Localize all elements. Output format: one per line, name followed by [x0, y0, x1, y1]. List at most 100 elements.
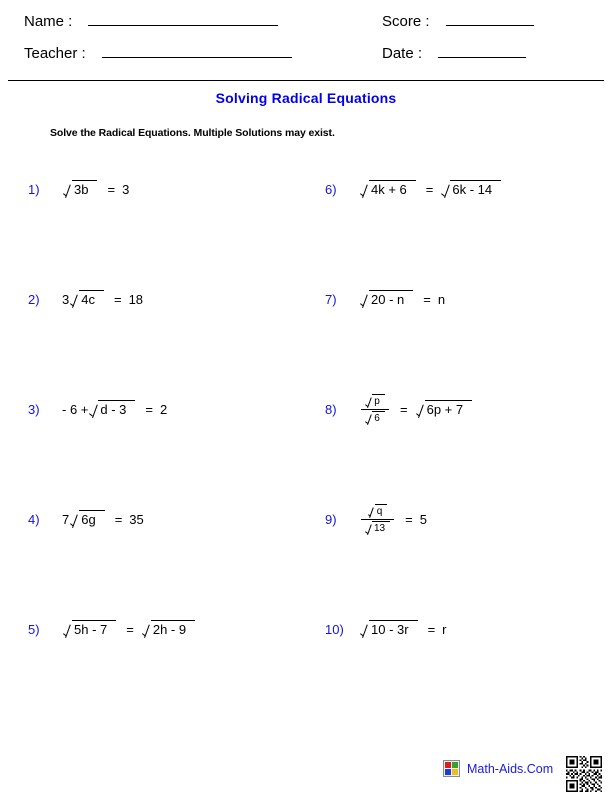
calculator-icon	[443, 760, 460, 777]
name-field-row: Name :	[24, 12, 279, 30]
expression-term: 3	[122, 181, 130, 197]
problem-number: 1)	[28, 181, 40, 197]
date-label: Date :	[382, 45, 423, 62]
worksheet-header: Name : Teacher : Score : Date :	[0, 0, 612, 78]
problem-item: 8) p 6 = 6p + 7	[325, 392, 473, 426]
equals-sign: =	[423, 291, 431, 307]
equals-sign: =	[114, 511, 123, 527]
radicand: 4k + 6	[369, 180, 416, 198]
radical-sign: 5h - 7	[63, 620, 117, 638]
equals-sign: =	[145, 401, 153, 417]
fraction-numerator: q	[364, 503, 392, 519]
teacher-input[interactable]	[101, 44, 292, 58]
radical-sign: 20 - n	[360, 290, 414, 308]
problem-number: 8)	[325, 401, 337, 417]
radicand: 6	[372, 410, 385, 425]
equation-expression: 3b = 3	[62, 180, 129, 198]
coefficient: 7	[62, 511, 70, 527]
radical-sign: 2h - 9	[142, 620, 196, 638]
radical-tick-icon	[63, 180, 72, 198]
expression-term: 5	[419, 511, 427, 527]
fraction-numerator: p	[361, 393, 389, 409]
radicand: d - 3	[98, 400, 136, 418]
problem-number: 10)	[325, 621, 344, 637]
radical-tick-icon	[360, 180, 369, 198]
problem-item: 7) 20 - n = n	[325, 282, 445, 316]
expression-term: 35	[129, 511, 144, 527]
radical-tick-icon	[63, 620, 72, 638]
date-input[interactable]	[438, 44, 527, 58]
equation-expression: 4k + 6 = 6k - 14	[359, 180, 502, 198]
expression-term: 18	[128, 291, 144, 307]
equals-sign: =	[427, 621, 436, 637]
brand-link[interactable]: Math-Aids.Com	[443, 760, 553, 777]
fraction: q 13	[361, 503, 395, 535]
equals-sign: =	[400, 401, 408, 417]
problem-item: 6) 4k + 6 = 6k - 14	[325, 172, 502, 206]
problem-item: 2) 3 4c = 18	[28, 282, 143, 316]
radicand: 6p + 7	[424, 400, 473, 418]
equals-sign: =	[126, 621, 134, 637]
page-title: Solving Radical Equations	[215, 90, 397, 106]
problem-number: 7)	[325, 291, 337, 307]
equals-sign: =	[107, 181, 116, 197]
teacher-label: Teacher :	[24, 45, 86, 62]
teacher-field-row: Teacher :	[24, 44, 292, 62]
radical-tick-icon	[70, 290, 79, 308]
radical-sign: 10 - 3r	[360, 620, 418, 638]
name-input[interactable]	[88, 12, 279, 26]
problem-item: 3) - 6 + d - 3 = 2	[28, 392, 167, 426]
radicand: 4c	[79, 290, 104, 308]
radical-sign: 6k - 14	[441, 180, 502, 198]
radical-tick-icon	[360, 290, 369, 308]
radical-sign: 3b	[63, 180, 98, 198]
equation-expression: 7 6g = 35	[62, 510, 144, 528]
radical-tick-icon	[360, 620, 369, 638]
problem-number: 6)	[325, 181, 337, 197]
problem-number: 2)	[28, 291, 40, 307]
fraction-denominator: 13	[361, 520, 394, 535]
radicand: p	[372, 393, 385, 408]
radicand: 20 - n	[369, 290, 414, 308]
equals-sign: =	[113, 291, 122, 307]
radical-sign: 6g	[70, 510, 105, 528]
radical-tick-icon	[70, 510, 79, 528]
problem-item: 1) 3b = 3	[28, 172, 129, 206]
equation-expression: q 13 = 5	[359, 503, 427, 535]
radical-sign: 4c	[70, 290, 104, 308]
equation-expression: 20 - n = n	[359, 290, 445, 308]
radical-tick-icon	[368, 504, 375, 518]
radicand: 13	[372, 520, 391, 535]
radicand: 3b	[72, 180, 98, 198]
radical-tick-icon	[441, 180, 450, 198]
radical-tick-icon	[365, 411, 372, 425]
header-divider	[8, 80, 604, 81]
fraction-denominator: 6	[361, 410, 389, 425]
radical-sign: p	[365, 393, 385, 408]
radical-sign: q	[368, 503, 388, 518]
score-label: Score :	[382, 13, 430, 30]
equals-sign: =	[425, 181, 434, 197]
radical-sign: 6p + 7	[416, 400, 473, 418]
problem-number: 3)	[28, 401, 40, 417]
name-label: Name :	[24, 13, 73, 30]
radicand: q	[374, 503, 388, 518]
equation-expression: p 6 = 6p + 7	[359, 393, 473, 425]
score-input[interactable]	[445, 12, 534, 26]
fraction: p6	[361, 393, 389, 425]
equals-sign: =	[405, 511, 413, 527]
radical-sign: d - 3	[89, 400, 136, 418]
coefficient: 3	[62, 291, 70, 307]
expression-term: - 6 +	[62, 401, 89, 417]
equation-expression: 3 4c = 18	[62, 290, 143, 308]
radical-sign: 4k + 6	[360, 180, 416, 198]
problem-item: 4) 7 6g = 35	[28, 502, 144, 536]
equation-expression: 5h - 7 = 2h - 9	[62, 620, 196, 638]
problem-item: 5) 5h - 7 = 2h - 9	[28, 612, 196, 646]
radical-sign: 6	[365, 410, 385, 425]
score-field-row: Score :	[382, 12, 534, 30]
radical-tick-icon	[365, 394, 372, 408]
problem-number: 4)	[28, 511, 40, 527]
radicand: 6g	[79, 510, 105, 528]
equation-expression: 10 - 3r = r	[359, 620, 447, 638]
